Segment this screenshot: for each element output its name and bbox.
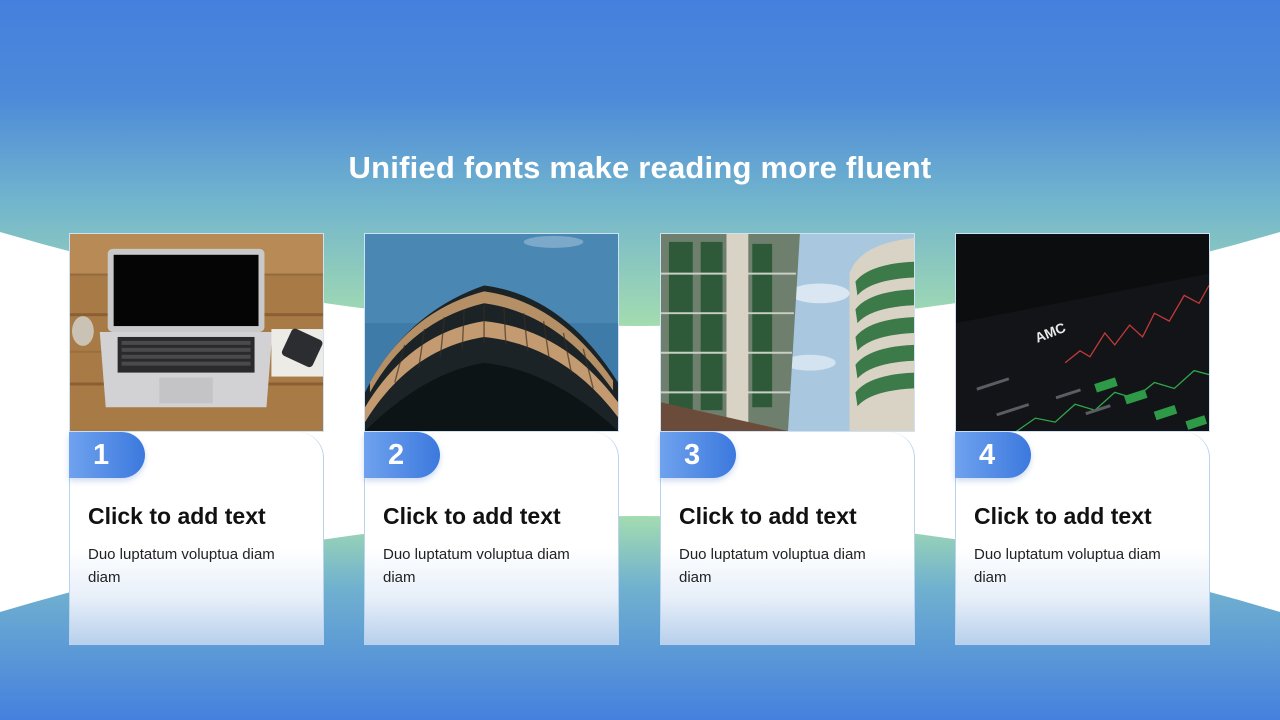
slide: Unified fonts make reading more fluent 1… bbox=[0, 0, 1280, 720]
stock-chart-photo: AMC bbox=[955, 233, 1210, 432]
card-description[interactable]: Duo luptatum voluptua diam diam bbox=[88, 543, 308, 589]
feature-card-1: 1 Click to add text Duo luptatum voluptu… bbox=[69, 233, 324, 645]
card-description[interactable]: Duo luptatum voluptua diam diam bbox=[383, 543, 603, 589]
number-badge: 3 bbox=[660, 432, 736, 478]
card-heading[interactable]: Click to add text bbox=[679, 503, 857, 530]
card-heading[interactable]: Click to add text bbox=[88, 503, 266, 530]
feature-card-3: 3 Click to add text Duo luptatum voluptu… bbox=[660, 233, 915, 645]
number-badge: 2 bbox=[364, 432, 440, 478]
curved-building-photo bbox=[364, 233, 619, 432]
office-towers-photo bbox=[660, 233, 915, 432]
laptop-photo bbox=[69, 233, 324, 432]
card-heading[interactable]: Click to add text bbox=[974, 503, 1152, 530]
card-heading[interactable]: Click to add text bbox=[383, 503, 561, 530]
number-badge: 1 bbox=[69, 432, 145, 478]
card-description[interactable]: Duo luptatum voluptua diam diam bbox=[679, 543, 899, 589]
card-description[interactable]: Duo luptatum voluptua diam diam bbox=[974, 543, 1194, 589]
number-badge: 4 bbox=[955, 432, 1031, 478]
feature-card-2: 2 Click to add text Duo luptatum voluptu… bbox=[364, 233, 619, 645]
slide-title: Unified fonts make reading more fluent bbox=[348, 150, 932, 185]
feature-card-4: AMC 4 Click to add text Duo luptatum vol… bbox=[955, 233, 1210, 645]
